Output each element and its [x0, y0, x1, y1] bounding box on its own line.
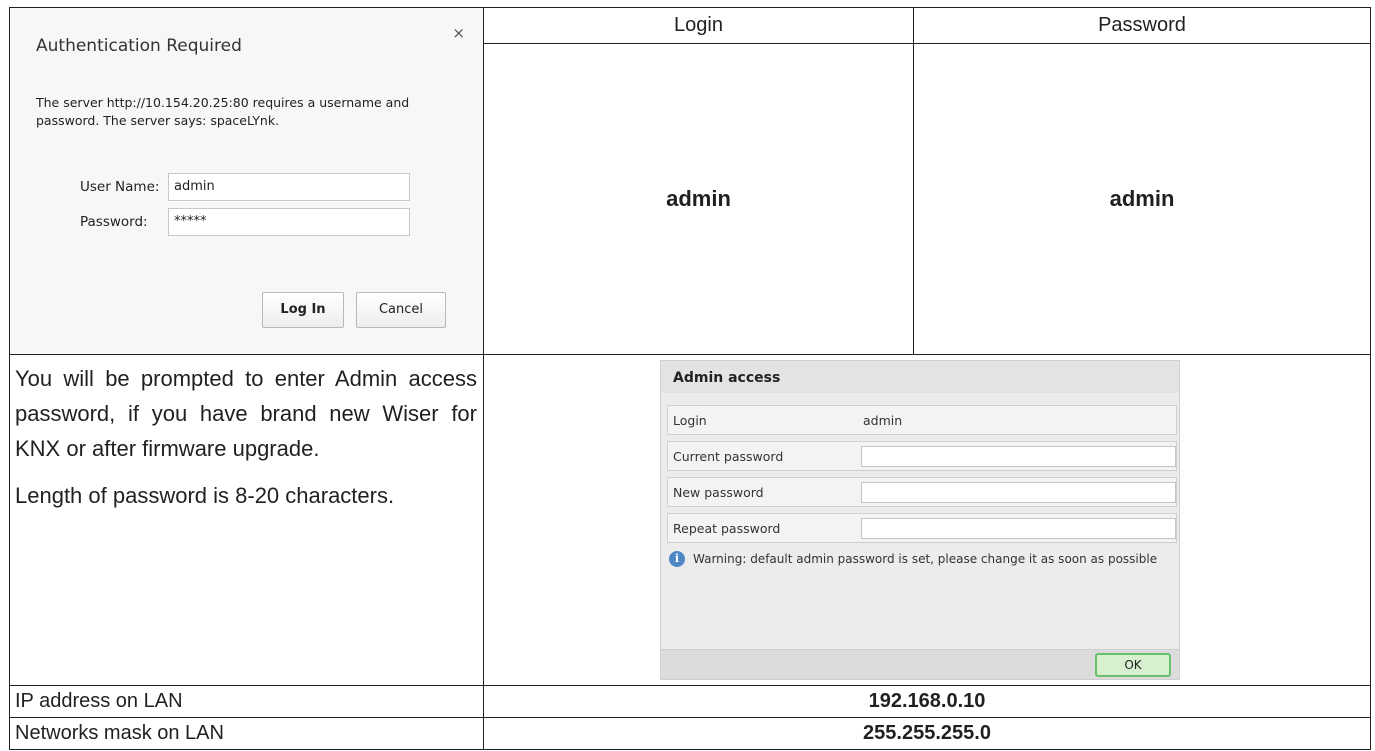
description-cell: You will be prompted to enter Admin acce… [9, 354, 484, 686]
settings-table: Authentication Required × The server htt… [9, 6, 1371, 751]
repeat-password-label: Repeat password [673, 521, 781, 537]
username-label: User Name: [80, 179, 160, 195]
password-value: admin [913, 43, 1371, 356]
admin-warning: i Warning: default admin password is set… [669, 551, 1158, 568]
network-mask-value: 255.255.255.0 [483, 716, 1371, 751]
admin-login-row: Login admin [667, 405, 1177, 436]
admin-login-value: admin [863, 413, 903, 429]
admin-dialog-title: Admin access [661, 361, 1179, 394]
new-password-field[interactable] [861, 482, 1176, 504]
password-label: Password: [80, 214, 148, 230]
description-paragraph: You will be prompted to enter Admin acce… [15, 366, 477, 462]
password-header: Password [913, 6, 1371, 45]
close-icon[interactable]: × [452, 24, 465, 42]
auth-dialog: Authentication Required × The server htt… [10, 8, 483, 354]
auth-dialog-message: The server http://10.154.20.25:80 requir… [36, 95, 410, 128]
admin-access-dialog: Admin access Login admin Current passwor… [660, 360, 1180, 681]
ok-button[interactable]: OK [1095, 653, 1171, 678]
cancel-button[interactable]: Cancel [356, 292, 446, 328]
username-field[interactable]: admin [168, 173, 410, 201]
login-header: Login [483, 6, 914, 45]
password-field[interactable]: ***** [168, 208, 410, 236]
repeat-password-row: Repeat password [667, 513, 1177, 544]
password-length-note: Length of password is 8-20 characters. [15, 483, 395, 509]
admin-dialog-footer: OK [661, 649, 1179, 680]
ip-address-label: IP address on LAN [9, 684, 484, 718]
network-mask-label: Networks mask on LAN [9, 716, 484, 751]
current-password-field[interactable] [861, 446, 1176, 468]
repeat-password-field[interactable] [861, 518, 1176, 540]
info-icon: i [669, 551, 685, 568]
new-password-label: New password [673, 485, 764, 501]
current-password-label: Current password [673, 449, 784, 465]
admin-dialog-cell: Admin access Login admin Current passwor… [483, 354, 1371, 686]
auth-dialog-title: Authentication Required [36, 36, 242, 56]
ip-address-value: 192.168.0.10 [483, 684, 1371, 718]
log-in-button[interactable]: Log In [262, 292, 344, 328]
admin-warning-text: Warning: default admin password is set, … [693, 552, 1158, 567]
login-value: admin [483, 43, 914, 356]
new-password-row: New password [667, 477, 1177, 508]
current-password-row: Current password [667, 441, 1177, 472]
auth-dialog-cell: Authentication Required × The server htt… [9, 6, 484, 356]
admin-login-label: Login [673, 413, 707, 429]
